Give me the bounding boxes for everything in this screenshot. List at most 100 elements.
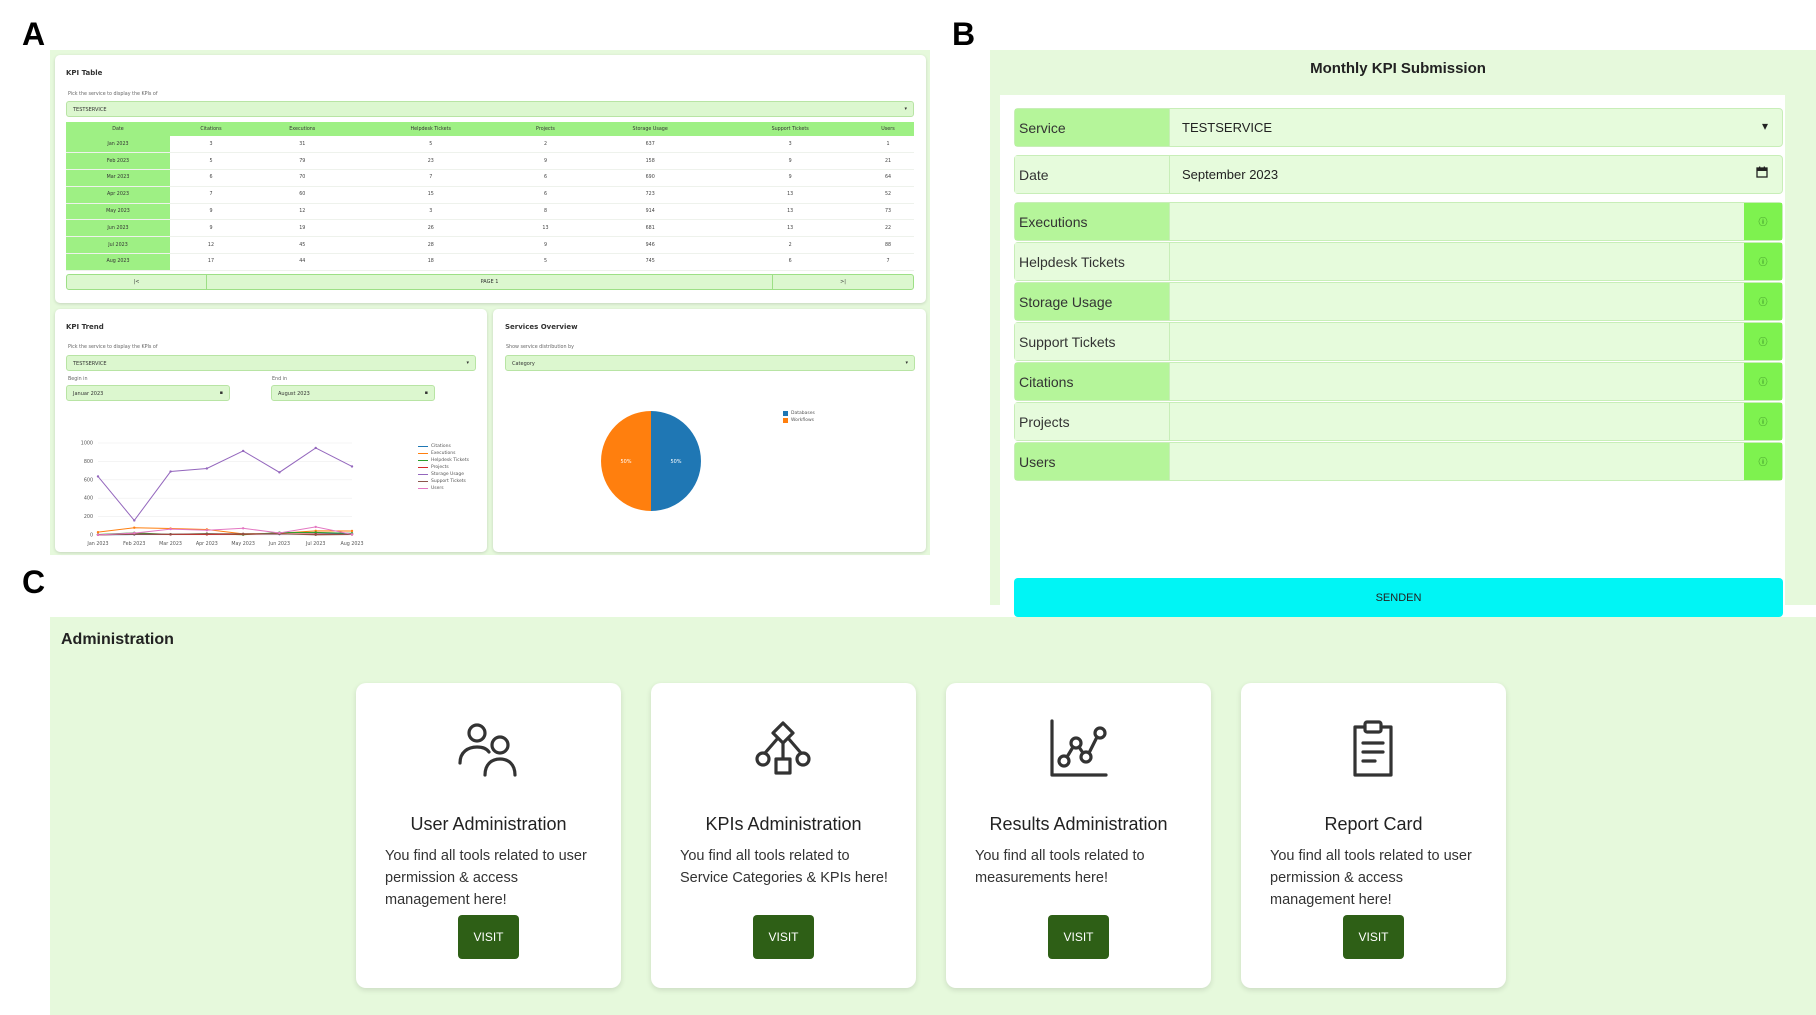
- kpi-trend-service-select[interactable]: TESTSERVICE ▾: [66, 355, 476, 371]
- kpi-table-pager: |< PAGE 1 >|: [66, 274, 914, 290]
- table-cell: 13: [718, 186, 863, 204]
- column-header[interactable]: Helpdesk Tickets: [352, 122, 509, 136]
- kpi-field-input[interactable]: [1169, 203, 1744, 240]
- table-cell: 7: [352, 169, 509, 187]
- table-cell: 9: [170, 203, 252, 221]
- info-icon[interactable]: ⓘ: [1744, 403, 1782, 440]
- kpi-field-input[interactable]: [1169, 283, 1744, 320]
- column-header[interactable]: Storage Usage: [582, 122, 719, 136]
- date-input[interactable]: September 2023: [1169, 156, 1782, 193]
- kpi-field-input[interactable]: [1169, 323, 1744, 360]
- chevron-down-icon: ▾: [905, 360, 908, 366]
- table-cell: 60: [251, 186, 353, 204]
- data-point: [133, 531, 136, 535]
- table-cell: 681: [582, 219, 719, 238]
- x-tick-label: Jul 2023: [305, 541, 326, 547]
- data-point: [278, 471, 281, 474]
- table-row: Feb 2023 5 79 23 9 158 9 21: [66, 152, 914, 171]
- legend-label: Workflows: [791, 418, 815, 423]
- column-header[interactable]: Support Tickets: [718, 122, 863, 136]
- legend-entry[interactable]: Databases: [783, 410, 815, 417]
- table-cell: 18: [352, 253, 509, 271]
- x-tick-label: Aug 2023: [340, 541, 363, 547]
- column-header[interactable]: Projects: [508, 122, 583, 136]
- row-date: Feb 2023: [66, 152, 170, 171]
- table-cell: 2: [718, 236, 863, 255]
- table-row: Mar 2023 6 70 7 6 690 9 64: [66, 169, 914, 187]
- table-cell: 9: [508, 236, 583, 255]
- data-point: [169, 532, 172, 536]
- table-cell: 745: [582, 253, 719, 271]
- table-cell: 5: [170, 152, 252, 171]
- table-cell: 946: [582, 236, 719, 255]
- kpi-field-input[interactable]: [1169, 443, 1744, 480]
- table-row: Aug 2023 17 44 18 5 745 6 7: [66, 253, 914, 271]
- kpis-administration-card: KPIs Administration You find all tools r…: [651, 683, 916, 988]
- legend-entry[interactable]: Executions: [418, 450, 469, 457]
- legend-swatch: [783, 418, 788, 423]
- first-page-button[interactable]: |<: [67, 275, 207, 289]
- info-icon[interactable]: ⓘ: [1744, 323, 1782, 360]
- info-icon[interactable]: ⓘ: [1744, 243, 1782, 280]
- end-date-value: August 2023: [278, 391, 310, 397]
- column-header[interactable]: Date: [66, 122, 170, 136]
- kpi-table-service-select[interactable]: TESTSERVICE ▾: [66, 101, 914, 117]
- data-point: [350, 533, 354, 536]
- y-tick-label: 200: [84, 514, 93, 520]
- info-icon[interactable]: ⓘ: [1744, 443, 1782, 480]
- chevron-down-icon: ▾: [466, 360, 469, 366]
- date-label: Date: [1015, 156, 1169, 193]
- x-tick-label: Jun 2023: [268, 541, 290, 547]
- form-card: Service TESTSERVICE ▾ Date September 202…: [1000, 95, 1785, 635]
- y-tick-label: 400: [84, 496, 93, 502]
- table-cell: 88: [862, 236, 914, 255]
- visit-results-administration-button[interactable]: VISIT: [1048, 915, 1109, 959]
- kpi-field-input[interactable]: [1169, 403, 1744, 440]
- calendar-icon: ▪: [424, 390, 428, 396]
- hierarchy-icon: [751, 719, 815, 779]
- form-title: Monthly KPI Submission: [1310, 60, 1486, 77]
- data-point: [350, 529, 354, 533]
- chevron-down-icon: ▾: [1761, 119, 1768, 133]
- visit-kpis-administration-button[interactable]: VISIT: [753, 915, 814, 959]
- table-cell: 3: [352, 203, 509, 221]
- legend-entry[interactable]: Workflows: [783, 417, 815, 424]
- legend-entry[interactable]: Helpdesk Tickets: [418, 457, 469, 464]
- submit-button[interactable]: SENDEN: [1014, 578, 1783, 617]
- legend-entry[interactable]: Projects: [418, 464, 469, 471]
- info-icon[interactable]: ⓘ: [1744, 363, 1782, 400]
- y-tick-label: 0: [90, 533, 93, 539]
- legend-label: Storage Usage: [431, 472, 465, 477]
- legend-label: Projects: [431, 465, 449, 470]
- visit-user-administration-button[interactable]: VISIT: [458, 915, 519, 959]
- column-header[interactable]: Users: [862, 122, 914, 136]
- column-header[interactable]: Citations: [170, 122, 252, 136]
- legend-entry[interactable]: Citations: [418, 443, 469, 450]
- table-cell: 9: [170, 219, 252, 238]
- x-tick-label: Feb 2023: [123, 541, 145, 547]
- calendar-icon[interactable]: [1756, 166, 1768, 181]
- begin-date-input[interactable]: Januar 2023 ▪: [66, 385, 230, 401]
- legend-swatch: [418, 452, 428, 455]
- x-tick-label: Jan 2023: [86, 541, 108, 547]
- legend-entry[interactable]: Support Tickets: [418, 478, 469, 485]
- table-cell: 637: [582, 136, 719, 154]
- legend-entry[interactable]: Storage Usage: [418, 471, 469, 478]
- clipboard-icon: [1341, 719, 1405, 779]
- kpi-field-input[interactable]: [1169, 363, 1744, 400]
- kpi-table-header-row: Date Citations Executions Helpdesk Tickets P…: [66, 122, 914, 136]
- visit-report-card-button[interactable]: VISIT: [1343, 915, 1404, 959]
- distribution-select[interactable]: Category ▾: [505, 355, 915, 371]
- column-header[interactable]: Executions: [251, 122, 353, 136]
- data-point: [205, 467, 209, 470]
- legend-label: Helpdesk Tickets: [431, 458, 469, 463]
- last-page-button[interactable]: >|: [773, 275, 913, 289]
- service-select[interactable]: TESTSERVICE ▾: [1169, 109, 1782, 146]
- kpi-field-input[interactable]: [1169, 243, 1744, 280]
- end-date-input[interactable]: August 2023 ▪: [271, 385, 435, 401]
- info-icon[interactable]: ⓘ: [1744, 203, 1782, 240]
- table-cell: 1: [862, 136, 914, 154]
- card-description: You find all tools related to Service Ca…: [680, 848, 888, 886]
- legend-entry[interactable]: Users: [418, 485, 469, 492]
- info-icon[interactable]: ⓘ: [1744, 283, 1782, 320]
